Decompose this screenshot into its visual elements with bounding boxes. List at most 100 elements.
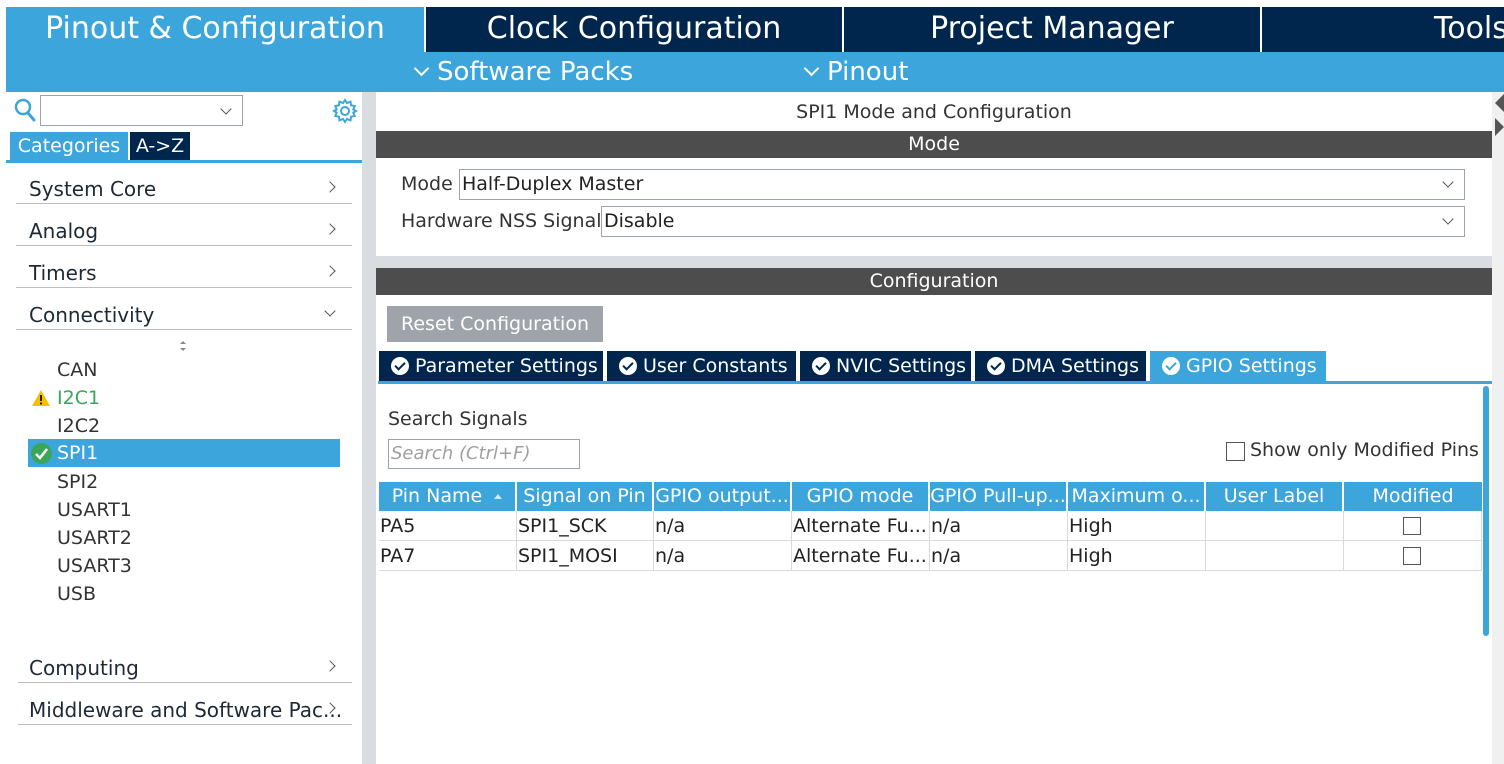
tab-project-manager[interactable]: Project Manager: [844, 7, 1260, 52]
tab-nvic-settings[interactable]: NVIC Settings: [800, 351, 971, 381]
cell-gpio-mode[interactable]: Alternate Fu...: [792, 511, 930, 541]
software-packs-label: Software Packs: [437, 57, 634, 87]
vertical-scrollbar[interactable]: [1483, 386, 1489, 636]
search-signals-label: Search Signals: [388, 408, 528, 430]
collapse-arrow-icon[interactable]: [1492, 92, 1504, 152]
search-icon[interactable]: [14, 98, 36, 122]
connectivity-item-i2c1[interactable]: I2C1: [28, 384, 340, 412]
column-header-gpio-mode[interactable]: GPIO mode: [792, 482, 930, 511]
panel-title: SPI1 Mode and Configuration: [796, 101, 1072, 123]
show-modified-label: Show only Modified Pins: [1250, 439, 1479, 461]
mode-value: Half-Duplex Master: [462, 173, 644, 195]
category-timers[interactable]: Timers: [16, 247, 352, 288]
category-label: Middleware and Software Pac...: [29, 698, 343, 722]
nss-select[interactable]: Disable: [601, 206, 1465, 237]
main-tab-bar: Pinout & Configuration Clock Configurati…: [6, 7, 1504, 52]
cell-pin-name[interactable]: PA5: [379, 511, 517, 541]
cell-user-label[interactable]: [1206, 541, 1344, 571]
pinout-menu[interactable]: Pinout: [803, 52, 909, 92]
sort-ascending-icon: [494, 494, 503, 499]
tab-dma-settings[interactable]: DMA Settings: [975, 351, 1146, 381]
category-connectivity[interactable]: Connectivity: [16, 289, 352, 330]
warning-icon: [31, 389, 51, 407]
modified-checkbox[interactable]: [1403, 547, 1421, 565]
cell-user-label[interactable]: [1206, 511, 1344, 541]
tab-pinout-configuration[interactable]: Pinout & Configuration: [6, 7, 424, 52]
category-system-core[interactable]: System Core: [16, 163, 352, 204]
tab-gpio-settings[interactable]: GPIO Settings: [1150, 351, 1326, 381]
connectivity-item-usart3[interactable]: USART3: [28, 552, 340, 580]
check-circle-icon: [812, 357, 830, 375]
cell-signal[interactable]: SPI1_MOSI: [517, 541, 654, 571]
connectivity-item-can[interactable]: CAN: [28, 356, 340, 384]
gear-icon[interactable]: [332, 98, 358, 124]
tab-user-constants[interactable]: User Constants: [607, 351, 796, 381]
item-label: USART1: [57, 499, 132, 521]
cell-gpio-output[interactable]: n/a: [654, 541, 792, 571]
category-analog[interactable]: Analog: [16, 205, 352, 246]
column-header-user-label[interactable]: User Label: [1206, 482, 1344, 511]
tab-a-to-z[interactable]: A->Z: [130, 132, 190, 160]
item-label: USART3: [57, 555, 132, 577]
cell-gpio-mode[interactable]: Alternate Fu...: [792, 541, 930, 571]
connectivity-item-spi2[interactable]: SPI2: [28, 468, 340, 496]
chevron-right-icon: [324, 181, 336, 193]
tab-clock-configuration[interactable]: Clock Configuration: [426, 7, 842, 52]
mode-label: Mode: [401, 173, 453, 195]
column-header-gpio-pull[interactable]: GPIO Pull-up...: [930, 482, 1068, 511]
column-header-modified[interactable]: Modified: [1344, 482, 1482, 511]
pinout-label: Pinout: [827, 57, 909, 87]
column-header-gpio-output[interactable]: GPIO output...: [654, 482, 792, 511]
cell-max-output[interactable]: High: [1068, 511, 1206, 541]
chevron-down-icon: [220, 103, 232, 115]
panel-divider[interactable]: [362, 92, 376, 764]
show-modified-checkbox[interactable]: [1226, 442, 1245, 461]
software-packs-menu[interactable]: Software Packs: [413, 52, 634, 92]
cell-gpio-output[interactable]: n/a: [654, 511, 792, 541]
chevron-right-icon: [324, 223, 336, 235]
config-tab-underline: [378, 381, 1492, 384]
connectivity-item-usart2[interactable]: USART2: [28, 524, 340, 552]
item-label: USB: [57, 583, 97, 605]
category-middleware[interactable]: Middleware and Software Pac...: [18, 684, 352, 725]
tab-tools[interactable]: Tools: [1262, 7, 1504, 52]
check-circle-icon: [987, 357, 1005, 375]
mode-select[interactable]: Half-Duplex Master: [459, 169, 1465, 200]
chevron-right-icon: [324, 660, 336, 672]
item-label: USART2: [57, 527, 132, 549]
cell-gpio-pull[interactable]: n/a: [930, 511, 1068, 541]
section-gap: [376, 256, 1492, 268]
reset-configuration-button[interactable]: Reset Configuration: [387, 306, 603, 342]
item-label: SPI2: [57, 471, 99, 493]
search-combo-box[interactable]: [40, 95, 243, 126]
right-edge-strip: [1492, 92, 1504, 764]
sort-icon[interactable]: [176, 338, 190, 354]
configuration-section-header: Configuration: [376, 268, 1492, 295]
cell-signal[interactable]: SPI1_SCK: [517, 511, 654, 541]
column-header-pin-name[interactable]: Pin Name: [379, 482, 517, 511]
tab-label: DMA Settings: [1011, 355, 1139, 377]
check-circle-icon: [1162, 357, 1180, 375]
column-header-signal-on-pin[interactable]: Signal on Pin: [517, 482, 654, 511]
column-label: Pin Name: [391, 485, 483, 507]
tab-categories[interactable]: Categories: [10, 132, 128, 160]
sub-menu-bar: Software Packs Pinout: [6, 52, 1504, 92]
connectivity-item-spi1[interactable]: SPI1: [28, 439, 340, 467]
item-label: CAN: [57, 359, 98, 381]
connectivity-item-usb[interactable]: USB: [28, 580, 340, 608]
connectivity-item-usart1[interactable]: USART1: [28, 496, 340, 524]
category-label: Connectivity: [29, 303, 155, 327]
cell-max-output[interactable]: High: [1068, 541, 1206, 571]
modified-checkbox[interactable]: [1403, 517, 1421, 535]
category-computing[interactable]: Computing: [18, 642, 352, 683]
category-label: Analog: [29, 219, 99, 243]
cell-pin-name[interactable]: PA7: [379, 541, 517, 571]
search-signals-input[interactable]: Search (Ctrl+F): [388, 439, 580, 469]
tab-parameter-settings[interactable]: Parameter Settings: [379, 351, 603, 381]
item-label: I2C2: [57, 415, 101, 437]
nss-label: Hardware NSS Signal: [401, 210, 602, 232]
column-header-maximum-output[interactable]: Maximum o...: [1068, 482, 1206, 511]
cell-modified: [1344, 541, 1482, 571]
connectivity-item-i2c2[interactable]: I2C2: [28, 412, 340, 440]
cell-gpio-pull[interactable]: n/a: [930, 541, 1068, 571]
